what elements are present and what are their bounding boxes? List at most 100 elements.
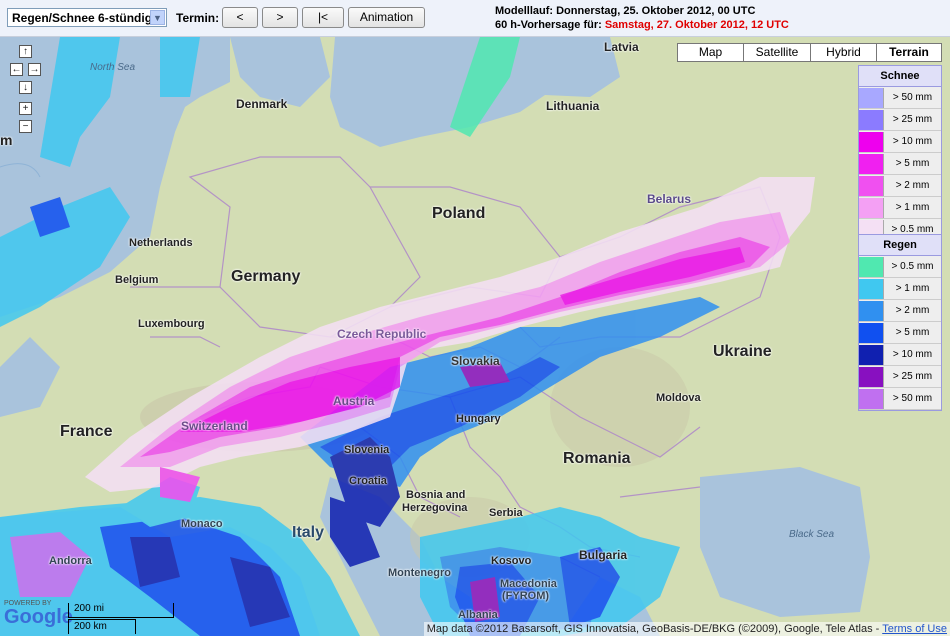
pan-right-icon[interactable]: → bbox=[28, 63, 41, 76]
map-label-slovenia: Slovenia bbox=[344, 444, 390, 456]
map-label-fyrom: (FYROM) bbox=[502, 590, 550, 602]
snow-legend-swatch bbox=[859, 153, 884, 174]
map-label-switzerland: Switzerland bbox=[181, 419, 248, 433]
rain-legend-row: > 2 mm bbox=[859, 300, 941, 322]
map-label-belgium: Belgium bbox=[115, 274, 159, 286]
rain-legend-label: > 0.5 mm bbox=[891, 261, 934, 272]
termin-label: Termin: bbox=[176, 11, 220, 25]
rain-legend-row: > 10 mm bbox=[859, 344, 941, 366]
snow-legend-swatch bbox=[859, 197, 884, 218]
rain-legend-swatch bbox=[859, 366, 884, 387]
terms-link[interactable]: Terms of Use bbox=[882, 623, 947, 635]
product-select[interactable]: Regen/Schnee 6-stündig ▼ bbox=[7, 8, 167, 27]
map-label-moldova: Moldova bbox=[656, 392, 701, 404]
pan-down-icon[interactable]: ↓ bbox=[19, 81, 32, 94]
zoom-in-icon[interactable]: + bbox=[19, 102, 32, 115]
map-label-bosnia: Bosnia and bbox=[406, 489, 466, 501]
map-label-bulgaria: Bulgaria bbox=[579, 548, 628, 562]
map-label-czech: Czech Republic bbox=[337, 327, 427, 341]
toolbar: Regen/Schnee 6-stündig ▼ Termin: < > |< … bbox=[0, 0, 950, 37]
snow-legend-label: > 2 mm bbox=[895, 180, 930, 191]
next-button[interactable]: > bbox=[262, 7, 298, 28]
snow-legend-label: > 25 mm bbox=[892, 114, 933, 125]
pan-left-icon[interactable]: ← bbox=[10, 63, 23, 76]
snow-legend-row: > 5 mm bbox=[859, 153, 941, 175]
map-copyright: Map data ©2012 Basarsoft, GIS Innovatsia… bbox=[423, 622, 950, 636]
map-label-kosovo: Kosovo bbox=[491, 555, 532, 567]
map-label-france: France bbox=[60, 423, 113, 440]
map-label-netherlands: Netherlands bbox=[129, 237, 193, 249]
copyright-text: Map data ©2012 Basarsoft, GIS Innovatsia… bbox=[426, 623, 883, 635]
rain-legend-title: Regen bbox=[859, 235, 941, 256]
rain-legend-label: > 50 mm bbox=[892, 393, 933, 404]
map-label-monaco: Monaco bbox=[181, 518, 223, 530]
snow-legend-swatch bbox=[859, 109, 884, 130]
map-label-edge: m bbox=[0, 132, 13, 148]
snow-legend-row: > 2 mm bbox=[859, 175, 941, 197]
map-label-andorra: Andorra bbox=[49, 555, 92, 567]
map-label-serbia: Serbia bbox=[489, 507, 523, 519]
animation-button[interactable]: Animation bbox=[348, 7, 425, 28]
map-label-montenegro: Montenegro bbox=[388, 567, 451, 579]
map-label-albania: Albania bbox=[458, 609, 498, 621]
map-label-black-sea: Black Sea bbox=[789, 529, 835, 540]
google-logo[interactable]: Google bbox=[4, 606, 73, 629]
snow-legend-label: > 1 mm bbox=[895, 202, 930, 213]
rain-legend-label: > 25 mm bbox=[892, 371, 933, 382]
forecast-text: 60 h-Vorhersage für: Samstag, 27. Oktobe… bbox=[495, 19, 789, 31]
snow-legend-title: Schnee bbox=[859, 66, 941, 87]
snow-legend-swatch bbox=[859, 131, 884, 152]
map-label-latvia: Latvia bbox=[604, 40, 639, 54]
snow-legend-label: > 5 mm bbox=[895, 158, 930, 169]
scale-km-label: 200 km bbox=[74, 621, 107, 632]
map-canvas[interactable]: Map Satellite Hybrid Terrain ↑ ← → ↓ + −… bbox=[0, 37, 950, 636]
map-label-slovakia: Slovakia bbox=[451, 354, 500, 368]
rain-legend-swatch bbox=[859, 344, 884, 365]
map-label-herzegovina: Herzegovina bbox=[402, 502, 468, 514]
snow-legend-row: > 50 mm bbox=[859, 87, 941, 109]
rain-legend-label: > 10 mm bbox=[892, 349, 933, 360]
rain-legend-row: > 1 mm bbox=[859, 278, 941, 300]
map-type-satellite[interactable]: Satellite bbox=[743, 43, 811, 62]
map-label-poland: Poland bbox=[432, 205, 486, 222]
map-label-germany: Germany bbox=[231, 268, 301, 285]
rain-legend-swatch bbox=[859, 300, 884, 321]
map-label-croatia: Croatia bbox=[349, 475, 387, 487]
product-select-value: Regen/Schnee 6-stündig bbox=[12, 11, 153, 25]
zoom-out-icon[interactable]: − bbox=[19, 120, 32, 133]
map-label-denmark: Denmark bbox=[236, 97, 288, 111]
rain-legend-swatch bbox=[859, 322, 884, 343]
rain-legend-swatch bbox=[859, 256, 884, 277]
map-label-luxembourg: Luxembourg bbox=[138, 318, 205, 330]
rain-legend-label: > 5 mm bbox=[895, 327, 930, 338]
map-type-map[interactable]: Map bbox=[677, 43, 744, 62]
map-label-ukraine: Ukraine bbox=[713, 343, 772, 360]
rain-legend: Regen > 0.5 mm > 1 mm > 2 mm > 5 mm > 10 mm >… bbox=[858, 234, 942, 411]
rain-legend-row: > 25 mm bbox=[859, 366, 941, 388]
map-type-hybrid[interactable]: Hybrid bbox=[810, 43, 877, 62]
model-run-text: Modelllauf: Donnerstag, 25. Oktober 2012… bbox=[495, 5, 756, 17]
prev-button[interactable]: < bbox=[222, 7, 258, 28]
rain-legend-swatch bbox=[859, 278, 884, 299]
snow-legend-row: > 1 mm bbox=[859, 197, 941, 219]
snow-legend-swatch bbox=[859, 87, 884, 108]
map-label-hungary: Hungary bbox=[456, 413, 501, 425]
map-label-lithuania: Lithuania bbox=[546, 99, 600, 113]
first-button[interactable]: |< bbox=[302, 7, 344, 28]
rain-legend-label: > 2 mm bbox=[895, 305, 930, 316]
scale-mi-label: 200 mi bbox=[74, 603, 105, 614]
chevron-down-icon[interactable]: ▼ bbox=[150, 10, 165, 25]
rain-legend-row: > 50 mm bbox=[859, 388, 941, 410]
pan-up-icon[interactable]: ↑ bbox=[19, 45, 32, 58]
snow-legend-row: > 10 mm bbox=[859, 131, 941, 153]
map-type-terrain[interactable]: Terrain bbox=[876, 43, 942, 62]
snow-legend-swatch bbox=[859, 175, 884, 196]
forecast-prefix: 60 h-Vorhersage für: bbox=[495, 19, 605, 31]
snow-legend-row: > 25 mm bbox=[859, 109, 941, 131]
map-label-romania: Romania bbox=[563, 450, 631, 467]
map-label-belarus: Belarus bbox=[647, 192, 692, 206]
terrain-map bbox=[0, 37, 950, 636]
rain-legend-swatch bbox=[859, 388, 884, 409]
rain-legend-row: > 0.5 mm bbox=[859, 256, 941, 278]
rain-legend-label: > 1 mm bbox=[895, 283, 930, 294]
